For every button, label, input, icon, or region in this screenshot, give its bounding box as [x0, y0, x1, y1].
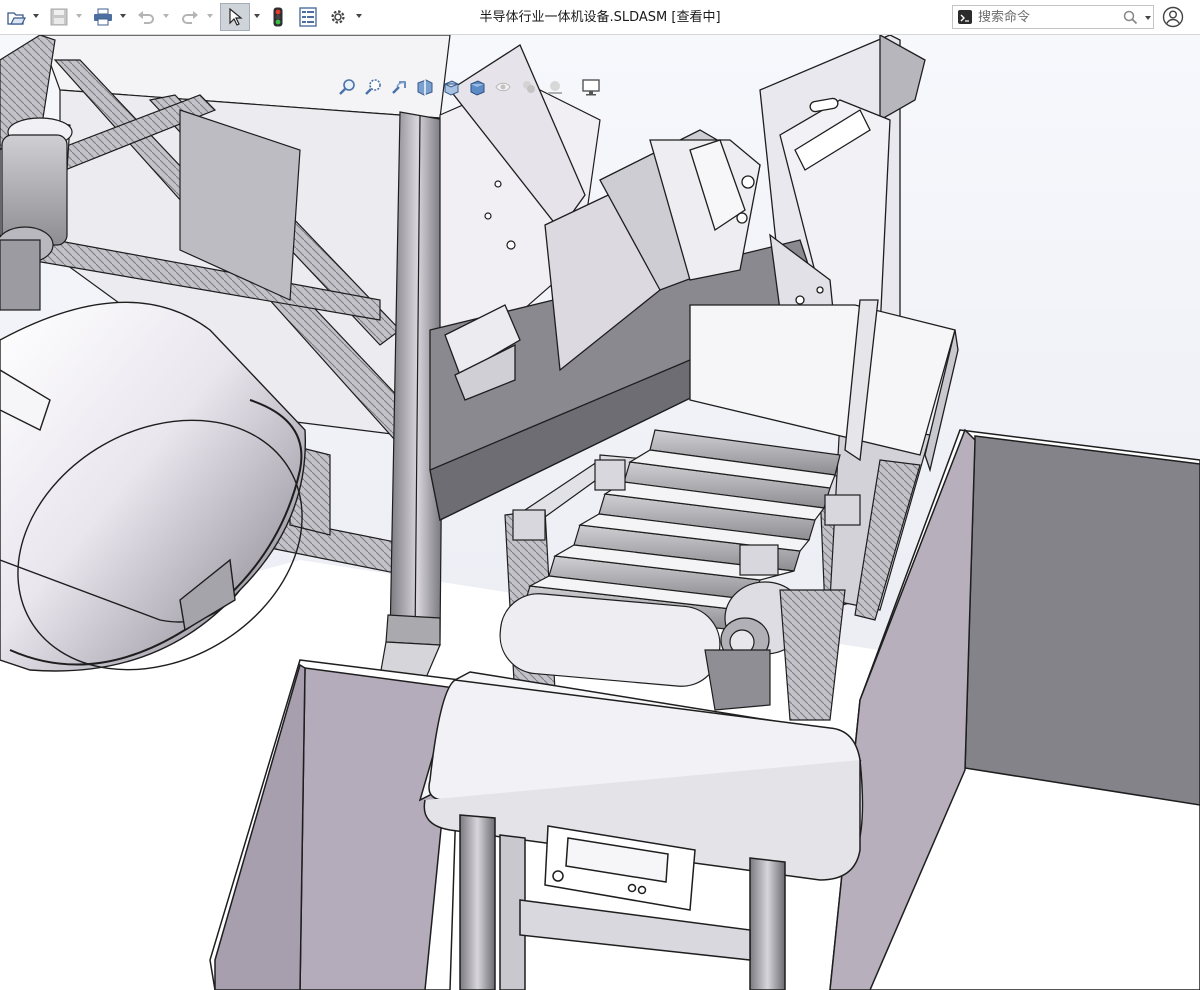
- save-dropdown-arrow[interactable]: [76, 14, 82, 18]
- open-dropdown-arrow[interactable]: [33, 14, 39, 18]
- hide-show-items-icon[interactable]: [492, 76, 514, 98]
- search-commands-input[interactable]: [978, 8, 1118, 26]
- command-prompt-icon: [958, 10, 972, 24]
- apply-scene-icon[interactable]: [544, 76, 566, 98]
- redo-dropdown-arrow[interactable]: [207, 14, 213, 18]
- file-properties-icon[interactable]: [297, 5, 319, 29]
- graphics-viewport[interactable]: [0, 35, 1200, 990]
- title-bar: 半导体行业一体机设备.SLDASM [查看中]: [0, 0, 1200, 35]
- undo-dropdown-arrow[interactable]: [163, 14, 169, 18]
- heads-up-view-toolbar: [336, 75, 602, 99]
- options-gear-icon[interactable]: [327, 5, 349, 29]
- zoom-to-fit-icon[interactable]: [336, 76, 358, 98]
- print-icon[interactable]: [91, 5, 115, 29]
- search-commands-box[interactable]: [952, 5, 1154, 29]
- section-view-icon[interactable]: [414, 76, 436, 98]
- select-dropdown-arrow[interactable]: [254, 14, 260, 18]
- undo-icon[interactable]: [134, 5, 158, 29]
- redo-icon[interactable]: [178, 5, 202, 29]
- open-icon[interactable]: [4, 5, 28, 29]
- edit-appearance-icon[interactable]: [518, 76, 540, 98]
- view-orientation-icon[interactable]: [440, 76, 462, 98]
- search-dropdown-arrow[interactable]: [1145, 16, 1151, 20]
- previous-view-icon[interactable]: [388, 76, 410, 98]
- assembly-model-render: [0, 35, 1200, 990]
- view-settings-icon[interactable]: [580, 76, 602, 98]
- display-style-icon[interactable]: [466, 76, 488, 98]
- options-dropdown-arrow[interactable]: [356, 14, 362, 18]
- search-icon[interactable]: [1123, 10, 1138, 29]
- print-dropdown-arrow[interactable]: [120, 14, 126, 18]
- zoom-to-area-icon[interactable]: [362, 76, 384, 98]
- user-account-icon[interactable]: [1162, 6, 1184, 32]
- traffic-light-icon[interactable]: [268, 5, 288, 29]
- save-icon[interactable]: [47, 5, 71, 29]
- select-icon[interactable]: [220, 3, 250, 31]
